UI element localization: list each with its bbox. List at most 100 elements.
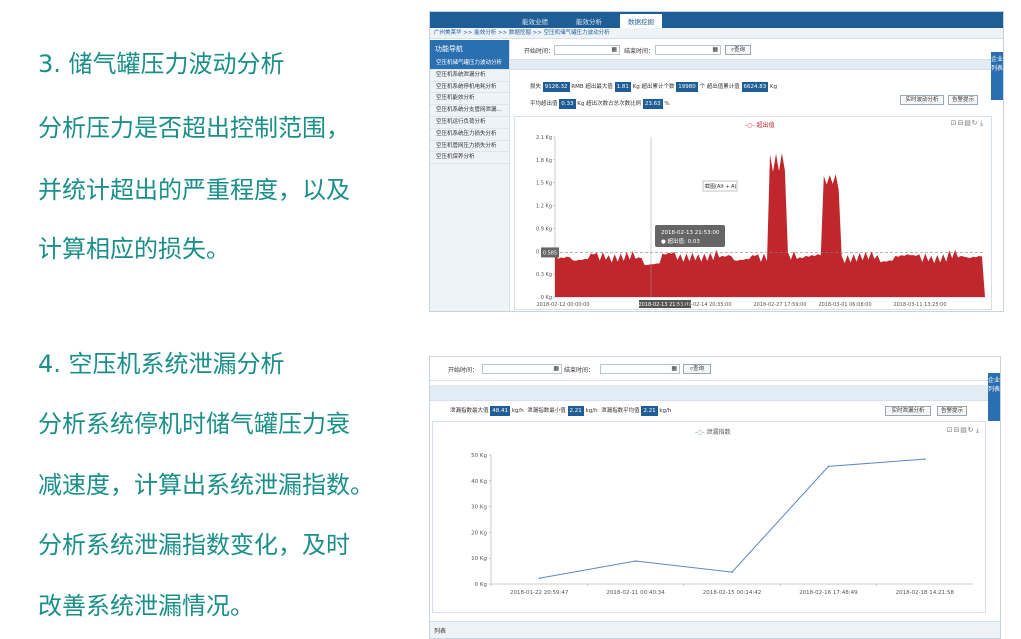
leakage-analysis-screenshot: 开始时间： ▦ 结束时间： ▦ ⌕查询 泄漏指数最大值 48.41 kg/h 泄…	[429, 356, 1001, 639]
section4-line1: 分析系统停机时储气罐压力衰	[38, 410, 350, 438]
data-point	[634, 560, 637, 562]
section-band	[430, 385, 1000, 401]
nav-item-datamining[interactable]: 数据挖掘	[620, 14, 662, 28]
ratio-value: 23.63	[642, 99, 663, 109]
sidebar-item[interactable]: 空压机能效分析	[430, 93, 509, 106]
sidebar-title: 功能导航	[430, 40, 509, 58]
start-time-label: 开始时间：	[448, 367, 479, 374]
screenshot-hint: 截图(Alt + A)	[705, 183, 737, 190]
sidebar-item[interactable]: 空压机系统停机电耗分析	[430, 82, 509, 94]
end-time-label: 结束时间：	[624, 48, 655, 55]
query-button[interactable]: ⌕查询	[683, 364, 711, 374]
alarm-button[interactable]: 告警提示	[937, 406, 967, 416]
y-tick-label: 1.5 Kg	[536, 181, 552, 187]
calendar-icon[interactable]: ▦	[671, 365, 677, 372]
query-button[interactable]: ⌕查询	[725, 45, 751, 55]
mark-line-label: 0.585	[543, 250, 557, 256]
sidebar-item[interactable]: 空压机储气罐压力波动分析	[430, 58, 509, 70]
section3-line1: 分析压力是否超出控制范围，	[38, 114, 350, 142]
y-tick-label: 2.1 Kg	[536, 135, 552, 141]
data-point	[538, 577, 540, 580]
section3-title: 3. 储气罐压力波动分析	[38, 50, 285, 78]
x-tick-label: 2018-02-18 14:21:58	[896, 590, 955, 596]
top-nav: 能效业绩 能效分析 数据挖掘	[430, 12, 1003, 28]
sidebar-item[interactable]: 空压机管网压力损失分析	[430, 141, 509, 153]
y-tick-label: 1.8 Kg	[536, 158, 552, 164]
y-tick-label: 0 Kg	[475, 582, 487, 588]
nav-item-analysis[interactable]: 能效分析	[576, 16, 602, 26]
filter-bar: 开始时间： ▦ 结束时间： ▦ ⌕查询	[430, 357, 1000, 381]
list-label: 列表	[434, 628, 447, 635]
x-tick-label: 2018-03-01 06:08:00	[818, 302, 871, 308]
x-tick-label: 2018-02-12 00:00:00	[536, 302, 589, 308]
x-tick-label: 2018-02-15 00:14:42	[703, 590, 761, 596]
pressure-analysis-screenshot: 能效业绩 能效分析 数据挖掘 广州美莱华 >> 能效分析 >> 数据挖掘 >> …	[429, 11, 1004, 312]
y-tick-label: 0.3 Kg	[536, 272, 552, 278]
list-header: 列表	[430, 621, 1000, 638]
stats-row-1: 损失 9126.32 RMB 超出最大值 1.81 Kg 超出累计个数 1998…	[530, 82, 778, 92]
sum-value: 6624.83	[741, 82, 769, 92]
section4-line3: 分析系统泄漏指数变化，及时	[38, 531, 350, 559]
y-tick-label: 40 Kg	[471, 479, 487, 485]
avg-value: 0.33	[559, 99, 576, 109]
breadcrumb: 广州美莱华 >> 能效分析 >> 数据挖掘 >> 空压机储气罐压力波动分析	[430, 28, 1003, 39]
data-point	[924, 458, 926, 460]
x-tick-label: 2018-03-11 13:25:00	[893, 302, 946, 308]
section4-line2: 减速度，计算出系统泄漏指数。	[38, 471, 374, 499]
x-tick-label: 2018-01-22 20:59:47	[510, 590, 569, 596]
sidebar: 功能导航 空压机储气罐压力波动分析 空压机系统泄漏分析 空压机系统停机电耗分析 …	[430, 40, 510, 311]
section4-line4: 改善系统泄漏情况。	[38, 592, 254, 620]
stats-row-2: 平均超出值 0.33 Kg 超出次数占总次数比例 23.63 %	[530, 99, 670, 109]
calendar-icon[interactable]: ▦	[712, 46, 718, 53]
enterprise-list-tab[interactable]: 企业列表	[988, 373, 1000, 421]
end-time-input[interactable]: ▦	[655, 45, 721, 55]
y-tick-label: 0 Kg	[541, 295, 552, 301]
y-tick-label: 0.9 Kg	[536, 226, 552, 232]
end-time-label: 结束时间：	[564, 367, 595, 374]
enterprise-list-tab[interactable]: 企业列表	[991, 52, 1003, 100]
count-value: 19980	[676, 82, 698, 92]
sidebar-item[interactable]: 空压机保养分析	[430, 152, 509, 165]
realtime-leak-button[interactable]: 实时泄漏分析	[885, 406, 931, 416]
alarm-button[interactable]: 告警提示	[948, 95, 978, 105]
end-time-input[interactable]: ▦	[600, 364, 680, 374]
leak-chart[interactable]: 50 Kg 40 Kg 30 Kg 20 Kg 10 Kg 0 Kg 2018-01-22 …	[433, 422, 987, 614]
main-panel: 开始时间： ▦ 结束时间： ▦ ⌕查询 损失 9126.32 RMB 超出最大值…	[510, 40, 1003, 311]
y-tick-label: 1.2 Kg	[536, 204, 552, 210]
x-tick-label: 2018-02-14 20:35:00	[678, 302, 731, 308]
sidebar-item[interactable]: 空压机运行负荷分析	[430, 117, 509, 129]
y-tick-label: 50 Kg	[471, 453, 487, 459]
slide: 3. 储气罐压力波动分析 分析压力是否超出控制范围， 并统计超出的严重程度，以及…	[0, 0, 1021, 639]
section3-line3: 计算相应的损失。	[38, 235, 230, 263]
x-tick-label: 2018-02-11 00:40:34	[606, 590, 665, 596]
realtime-analysis-button[interactable]: 实时波动分析	[900, 95, 944, 105]
sidebar-item[interactable]: 空压机系统泄漏分析	[430, 70, 509, 82]
y-tick-label: 30 Kg	[471, 505, 487, 511]
leak-stats-row: 泄漏指数最大值 48.41 kg/h 泄漏指数最小值 2.21 kg/h 泄漏指…	[450, 406, 672, 416]
leak-max-value: 48.41	[490, 406, 511, 416]
start-time-input[interactable]: ▦	[554, 45, 620, 55]
sidebar-item[interactable]: 空压机系统分支管网泄漏...	[430, 105, 509, 117]
start-time-label: 开始时间：	[524, 48, 555, 55]
section-band	[510, 60, 1003, 70]
x-tick-label: 2018-02-27 17:59:00	[753, 302, 806, 308]
start-time-input[interactable]: ▦	[482, 364, 562, 374]
series-area	[555, 153, 985, 297]
section3-line2: 并统计超出的严重程度，以及	[38, 176, 350, 204]
nav-item-performance[interactable]: 能效业绩	[522, 16, 548, 26]
pressure-chart[interactable]: 2.1 Kg1.8 Kg1.5 Kg1.2 Kg0.9 Kg0.6 Kg0.3 …	[515, 117, 993, 311]
data-point	[827, 465, 830, 468]
sidebar-item[interactable]: 空压机系统压力损失分析	[430, 129, 509, 141]
calendar-icon[interactable]: ▦	[553, 365, 559, 372]
pressure-chart-panel: -○- 超出值 ⊡⊟▤↻ ⤓ 2.1 Kg 1.8 Kg 1.5 Kg 1.2 Kg 0.…	[514, 116, 992, 310]
section4-title: 4. 空压机系统泄漏分析	[38, 350, 285, 378]
tooltip-value: ● 超出值: 0.03	[661, 237, 700, 245]
tooltip-time: 2018-02-13 21:53:00	[661, 230, 720, 236]
leak-min-value: 2.21	[567, 406, 584, 416]
series-line	[539, 458, 925, 579]
data-point	[731, 571, 733, 573]
calendar-icon[interactable]: ▦	[611, 46, 617, 53]
max-value: 1.81	[614, 82, 631, 92]
filter-bar: 开始时间： ▦ 结束时间： ▦ ⌕查询	[510, 40, 1003, 60]
y-tick-label: 10 Kg	[471, 556, 487, 562]
